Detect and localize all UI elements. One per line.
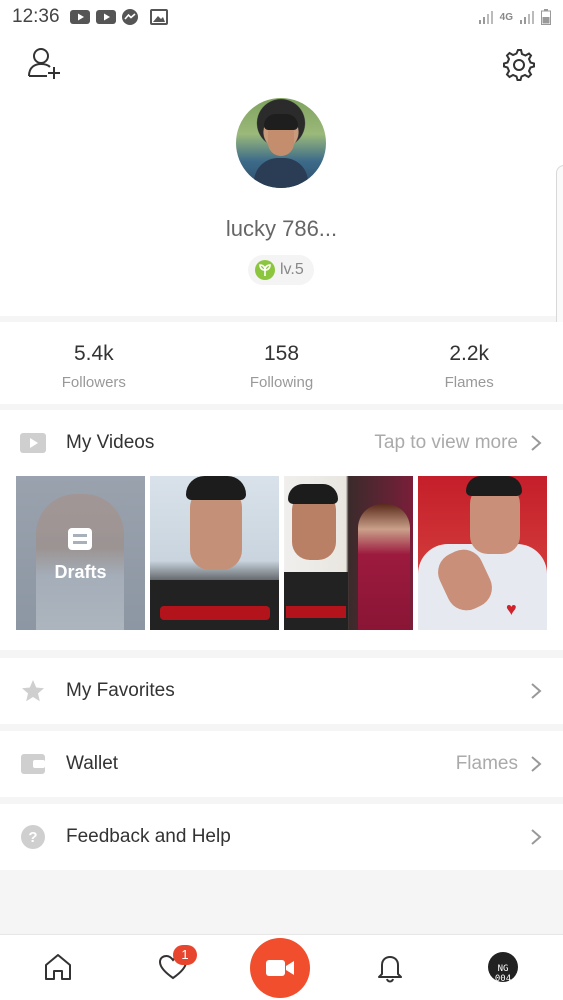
signal-icon-2 <box>520 11 534 24</box>
stat-value: 2.2k <box>449 342 490 365</box>
chevron-right-icon <box>531 829 542 845</box>
profile-avatar[interactable] <box>236 98 326 188</box>
me-avatar: NG 004 <box>488 952 518 982</box>
feedback-help-label: Feedback and Help <box>66 826 231 847</box>
chevron-right-icon <box>531 756 542 772</box>
battery-icon <box>541 9 551 25</box>
stat-following[interactable]: 158 Following <box>188 322 376 404</box>
bell-icon <box>378 956 402 983</box>
bottom-tab-bar: 1 NG 004 <box>0 934 563 1000</box>
help-icon: ? <box>19 823 47 851</box>
video-thumbnail[interactable] <box>284 476 413 630</box>
add-user-icon <box>28 48 60 79</box>
stat-value: 158 <box>263 342 300 365</box>
profile-stats: 5.4k Followers 158 Following 2.2k Flames <box>0 322 563 404</box>
youtube-icon <box>69 10 90 24</box>
stat-value: 5.4k <box>73 342 114 365</box>
network-type: 4G <box>499 11 513 23</box>
video-thumbnail[interactable] <box>150 476 279 630</box>
my-favorites-row[interactable]: My Favorites <box>0 658 563 724</box>
drafts-icon <box>68 528 92 550</box>
wallet-row[interactable]: Wallet Flames <box>0 731 563 797</box>
stat-label: Followers <box>61 374 126 391</box>
status-time: 12:36 <box>12 6 60 27</box>
profile-username: lucky 786... <box>225 216 338 241</box>
stat-flames[interactable]: 2.2k Flames <box>375 322 563 404</box>
view-more-link[interactable]: Tap to view more <box>374 432 518 454</box>
chevron-right-icon <box>531 683 542 699</box>
profile-header: lucky 786... lv.5 <box>0 34 563 316</box>
notification-badge: 1 <box>173 945 197 965</box>
me-avatar-text: NG 004 <box>494 964 512 982</box>
messenger-icon <box>121 9 138 25</box>
my-videos-section: My Videos Tap to view more Drafts ♥ <box>0 410 563 650</box>
broken-heart-icon: ♥ <box>506 599 517 619</box>
tab-me[interactable]: NG 004 <box>485 949 521 985</box>
my-favorites-label: My Favorites <box>66 680 175 701</box>
video-play-icon <box>19 429 47 457</box>
video-thumbnail[interactable]: ♥ <box>418 476 547 630</box>
wallet-flames-label: Flames <box>455 753 518 774</box>
gear-icon <box>503 49 535 81</box>
drafts-thumbnail[interactable]: Drafts <box>16 476 145 630</box>
wallet-label: Wallet <box>66 753 119 774</box>
tab-notifications[interactable] <box>372 949 408 985</box>
my-videos-header[interactable]: My Videos Tap to view more <box>0 410 563 476</box>
side-drawer-handle[interactable] <box>556 165 563 348</box>
signal-icon <box>478 11 493 24</box>
my-videos-title: My Videos <box>66 432 155 453</box>
youtube-icon-2 <box>95 10 116 24</box>
chevron-right-icon <box>531 435 542 451</box>
star-icon <box>19 677 47 705</box>
gallery-icon <box>149 9 168 25</box>
settings-button[interactable] <box>500 46 536 82</box>
level-label: lv.5 <box>280 261 304 278</box>
svg-text:?: ? <box>28 829 37 846</box>
video-thumbnails: Drafts ♥ <box>16 476 547 630</box>
video-camera-icon <box>266 960 294 976</box>
stat-label: Following <box>249 374 314 391</box>
feedback-help-row[interactable]: ? Feedback and Help <box>0 804 563 870</box>
drafts-label: Drafts <box>54 562 107 582</box>
sprout-icon <box>255 260 275 280</box>
level-badge[interactable]: lv.5 <box>248 255 314 285</box>
record-video-button[interactable] <box>250 938 310 998</box>
tab-likes[interactable]: 1 <box>155 945 197 985</box>
stat-label: Flames <box>444 374 494 391</box>
status-right-cluster: 4G <box>478 9 551 25</box>
home-icon <box>45 954 71 980</box>
stat-followers[interactable]: 5.4k Followers <box>0 322 188 404</box>
tab-home[interactable] <box>40 949 76 985</box>
wallet-icon <box>19 750 47 778</box>
status-bar: 12:36 4G <box>0 0 563 34</box>
add-friend-button[interactable] <box>27 46 63 80</box>
